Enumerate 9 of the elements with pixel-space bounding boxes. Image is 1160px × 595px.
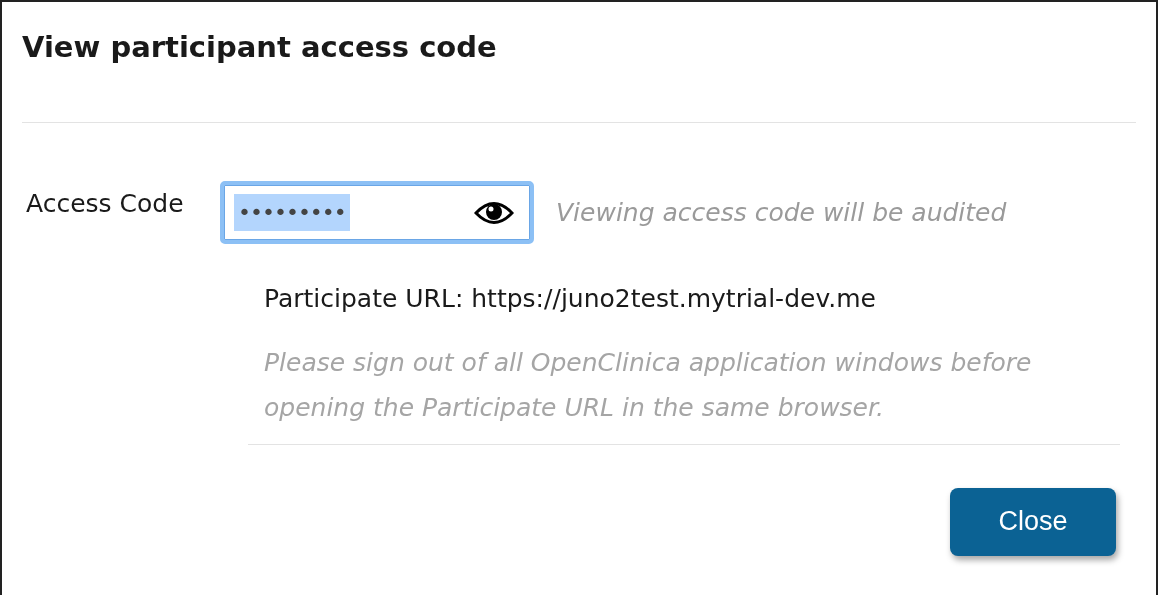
- audit-hint: Viewing access code will be audited: [556, 196, 1007, 229]
- masked-code-text: •••••••••: [234, 194, 350, 231]
- close-button[interactable]: Close: [950, 487, 1116, 556]
- participate-url-text: Participate URL: https://juno2test.mytrial-dev.me: [264, 283, 877, 315]
- field-label: Access Code: [25, 188, 185, 220]
- dialog-title: View participant access code: [22, 30, 497, 64]
- access-code-field[interactable]: •••••••••: [220, 181, 534, 244]
- eye-icon[interactable]: [474, 199, 514, 226]
- sign-out-note: Please sign out of all OpenClinica application windows before opening the Participate URL in the same browser.: [264, 346, 1033, 424]
